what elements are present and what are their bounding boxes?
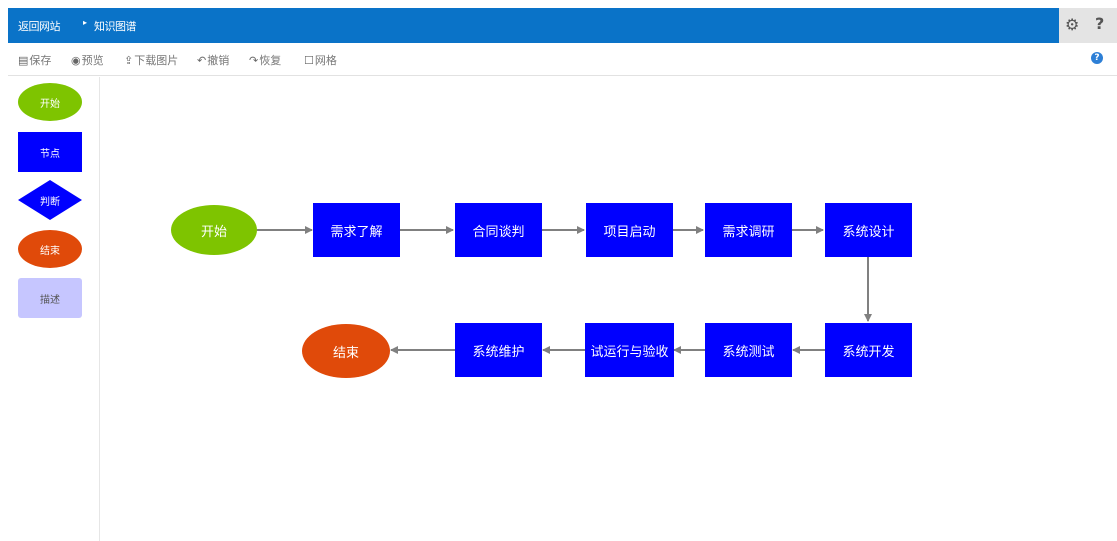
flow-node-project-kickoff[interactable]: 项目启动	[586, 203, 673, 257]
undo-button[interactable]: ↶撤销	[197, 52, 229, 68]
save-icon: ▤	[18, 54, 29, 67]
palette-description-shape[interactable]: 描述	[18, 278, 82, 318]
eye-icon: ◉	[71, 54, 81, 67]
grid-label: 网格	[314, 54, 337, 67]
save-label: 保存	[29, 54, 52, 67]
flowchart-canvas[interactable]: 开始 需求了解 合同谈判 项目启动 需求调研 系统设计 系统开发 系统测试 试运…	[101, 77, 1117, 541]
redo-label: 恢复	[259, 54, 282, 67]
flow-end-node[interactable]: 结束	[302, 324, 390, 378]
redo-icon: ↷	[249, 54, 259, 67]
flow-node-trial-run-acceptance[interactable]: 试运行与验收	[585, 323, 674, 377]
palette-start-label: 开始	[40, 98, 60, 110]
flow-node-system-development[interactable]: 系统开发	[825, 323, 912, 377]
page-title: 知识图谱	[94, 20, 137, 33]
preview-label: 预览	[81, 54, 104, 67]
redo-button[interactable]: ↷恢复	[249, 52, 281, 68]
grid-checkbox-icon: ☐	[304, 54, 314, 67]
palette-description-label: 描述	[40, 294, 60, 306]
top-bar: 返回网站 ▸ 知识图谱 ⚙ ?	[8, 8, 1117, 43]
flow-node-system-design[interactable]: 系统设计	[825, 203, 912, 257]
flow-start-node[interactable]: 开始	[171, 205, 257, 255]
undo-icon: ↶	[197, 54, 207, 67]
back-to-site-link[interactable]: 返回网站	[18, 18, 61, 34]
grid-toggle[interactable]: ☐网格	[304, 52, 337, 68]
top-icon-area: ⚙ ?	[1059, 8, 1117, 43]
undo-label: 撤销	[207, 54, 230, 67]
gear-icon[interactable]: ⚙	[1065, 15, 1079, 34]
palette-decision-shape[interactable]: 判断	[18, 180, 82, 220]
upload-icon: ⇪	[124, 54, 134, 67]
flow-node-requirements-understanding[interactable]: 需求了解	[313, 203, 400, 257]
palette-node-label: 节点	[40, 148, 60, 160]
question-icon[interactable]: ?	[1095, 14, 1104, 33]
palette-start-shape[interactable]: 开始	[18, 83, 82, 121]
toolbar: ▤保存 ◉预览 ⇪下载图片 ↶撤销 ↷恢复 ☐网格 ?	[8, 43, 1117, 76]
palette-node-shape[interactable]: 节点	[18, 132, 82, 172]
help-icon[interactable]: ?	[1091, 52, 1103, 64]
flow-node-requirements-research[interactable]: 需求调研	[705, 203, 792, 257]
connector-layer	[257, 226, 872, 354]
preview-button[interactable]: ◉预览	[71, 52, 104, 68]
palette-decision-label: 判断	[40, 196, 60, 208]
flow-node-system-testing[interactable]: 系统测试	[705, 323, 792, 377]
palette-end-label: 结束	[40, 245, 60, 257]
shape-palette: 开始 节点 判断 结束 描述	[8, 77, 100, 541]
download-label: 下载图片	[134, 54, 179, 67]
palette-end-shape[interactable]: 结束	[18, 230, 82, 268]
breadcrumb-separator-icon: ▸	[83, 18, 88, 27]
download-image-button[interactable]: ⇪下载图片	[124, 52, 178, 68]
save-button[interactable]: ▤保存	[18, 52, 51, 68]
flow-node-system-maintenance[interactable]: 系统维护	[455, 323, 542, 377]
flow-node-contract-negotiation[interactable]: 合同谈判	[455, 203, 542, 257]
